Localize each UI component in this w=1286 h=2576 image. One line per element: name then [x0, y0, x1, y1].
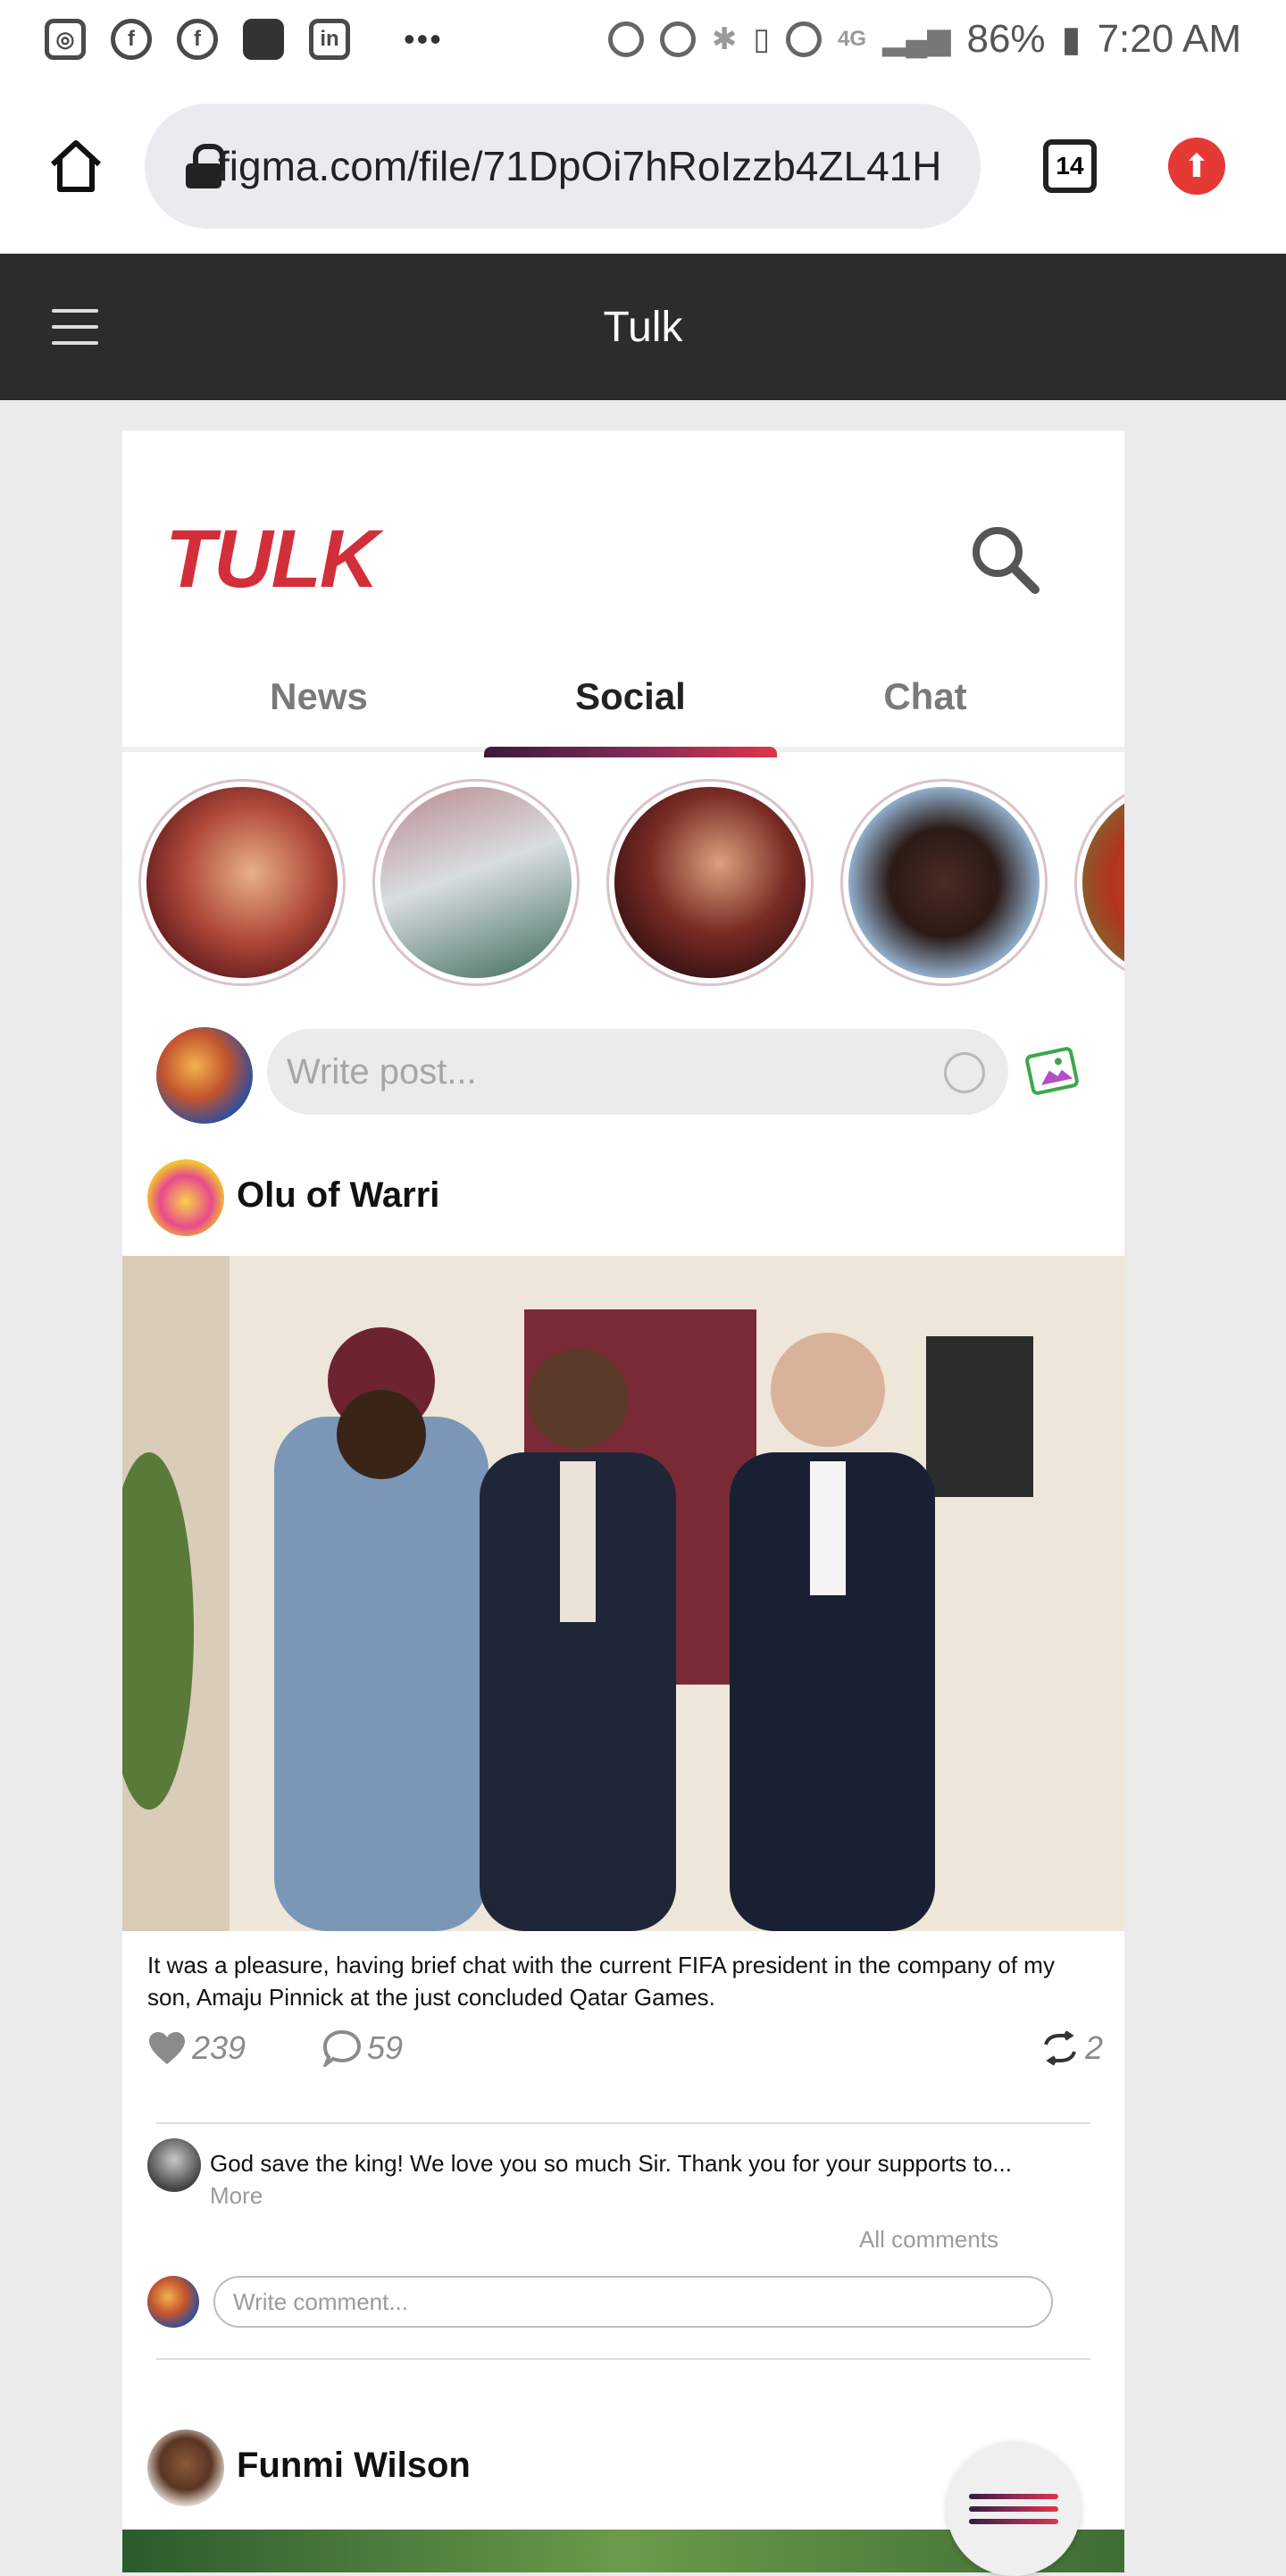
divider: [156, 2358, 1090, 2360]
author-name[interactable]: Olu of Warri: [237, 1175, 439, 1216]
app-header: TULK News Social Chat: [122, 431, 1124, 757]
battery-level: 86%: [966, 17, 1046, 61]
repost-icon: [1044, 2030, 1076, 2066]
location-icon: [659, 21, 696, 57]
vibrate-icon: ▯: [753, 22, 771, 56]
facebook-icon: f: [177, 19, 218, 60]
app-frame: TULK News Social Chat Write post... Olu …: [122, 431, 1124, 2572]
repost-button[interactable]: 2: [1040, 2029, 1103, 2067]
tab-switcher-button[interactable]: 14: [1043, 139, 1097, 193]
heart-icon: [149, 2032, 185, 2064]
story-avatar[interactable]: [1074, 779, 1124, 986]
clock: 7:20 AM: [1097, 17, 1241, 61]
status-bar: ◎ f f in ••• ✱ ▯ 4G ▂▄▆ 86% ▮ 7:20 AM: [0, 0, 1286, 79]
fab-line: [969, 2506, 1058, 2512]
story-avatar[interactable]: [606, 779, 814, 986]
like-count: 239: [192, 2029, 246, 2066]
write-post-input[interactable]: Write post...: [267, 1029, 1008, 1115]
app-notification-icon: [243, 19, 284, 60]
author-name[interactable]: Funmi Wilson: [237, 2446, 471, 2486]
alarm-icon: [786, 21, 823, 57]
my-avatar[interactable]: [156, 1027, 253, 1124]
more-notifications-icon: •••: [404, 21, 443, 57]
comment-count: 59: [367, 2029, 404, 2066]
post-actions: 239 59 2: [147, 2029, 1103, 2079]
write-post-placeholder: Write post...: [287, 1051, 477, 1091]
all-comments-link[interactable]: All comments: [859, 2226, 998, 2254]
fab-line: [969, 2519, 1058, 2524]
post-header: Olu of Warri: [122, 1150, 1124, 1240]
prototype-title: Tulk: [603, 303, 683, 351]
update-icon[interactable]: ⬆: [1168, 138, 1225, 195]
stories-row: [138, 779, 1124, 993]
my-avatar-small: [147, 2276, 199, 2328]
repost-count: 2: [1085, 2029, 1104, 2066]
story-avatar[interactable]: [840, 779, 1048, 986]
browser-toolbar: figma.com/file/71DpOi7hRoIzzb4ZL41H 14 ⬆: [0, 79, 1286, 254]
facebook-icon: f: [111, 19, 152, 60]
story-avatar[interactable]: [372, 779, 580, 986]
tab-news[interactable]: News: [172, 661, 465, 752]
comment-composer: Write comment...: [147, 2271, 1099, 2333]
data-saver-icon: [607, 21, 644, 57]
search-icon[interactable]: [965, 520, 1046, 600]
author-avatar[interactable]: [147, 1159, 224, 1236]
bluetooth-icon: ✱: [711, 22, 738, 56]
post-photo[interactable]: [122, 1256, 1124, 1931]
comment-button[interactable]: 59: [322, 2029, 403, 2067]
post-composer: Write post...: [122, 1020, 1124, 1127]
top-comment: God save the king! We love you so much S…: [147, 2138, 1099, 2219]
url-bar[interactable]: figma.com/file/71DpOi7hRoIzzb4ZL41H: [145, 104, 981, 229]
linkedin-icon: in: [309, 19, 350, 60]
comment-body: God save the king! We love you so much S…: [210, 2150, 1012, 2177]
main-tabs: News Social Chat: [122, 661, 1124, 757]
instagram-icon: ◎: [45, 19, 86, 60]
divider: [156, 2122, 1090, 2124]
comment-icon: [322, 2029, 362, 2067]
signal-icon: ▂▄▆: [882, 22, 951, 56]
story-avatar[interactable]: [138, 779, 346, 986]
tab-chat[interactable]: Chat: [779, 661, 1072, 752]
system-icons: ✱ ▯ 4G ▂▄▆ 86% ▮ 7:20 AM: [607, 17, 1241, 62]
commenter-avatar[interactable]: [147, 2138, 201, 2192]
network-type: 4G: [838, 27, 867, 51]
battery-icon: ▮: [1061, 20, 1081, 59]
more-link[interactable]: More: [210, 2182, 263, 2209]
write-comment-placeholder: Write comment...: [233, 2287, 409, 2315]
photo-icon[interactable]: [1024, 1041, 1083, 1097]
tab-social[interactable]: Social: [484, 661, 777, 757]
post-caption: It was a pleasure, having brief chat wit…: [147, 1952, 1055, 2011]
menu-fab[interactable]: [947, 2442, 1081, 2576]
prototype-header: Tulk: [0, 254, 1286, 400]
write-comment-input[interactable]: Write comment...: [213, 2276, 1053, 2328]
like-button[interactable]: 239: [147, 2029, 246, 2067]
home-icon[interactable]: [45, 135, 107, 197]
notification-icons: ◎ f f in •••: [45, 19, 443, 60]
author-avatar[interactable]: [147, 2430, 224, 2506]
comment-text: God save the king! We love you so much S…: [210, 2147, 1067, 2212]
smiley-icon[interactable]: [944, 1052, 985, 1093]
fab-line: [969, 2494, 1058, 2499]
tulk-logo: TULK: [165, 514, 379, 605]
url-text: figma.com/file/71DpOi7hRoIzzb4ZL41H: [218, 143, 942, 189]
